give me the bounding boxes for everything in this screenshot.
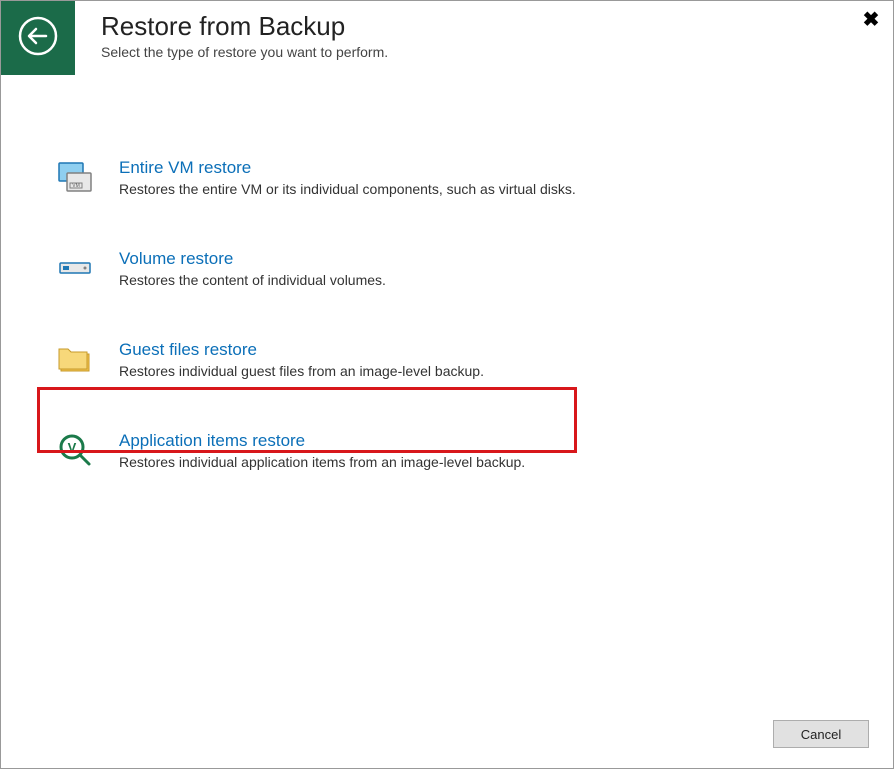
close-button[interactable]: ✖ [857,5,885,33]
restore-wizard-window: Restore from Backup Select the type of r… [0,0,894,769]
option-text: Application items restore Restores indiv… [119,430,525,471]
option-text: Volume restore Restores the content of i… [119,248,386,289]
svg-text:V: V [68,440,77,455]
folder-icon [53,341,97,377]
option-title: Guest files restore [119,339,484,361]
arrow-left-icon [17,15,59,62]
magnifier-v-icon: V [53,432,97,468]
option-text: Guest files restore Restores individual … [119,339,484,380]
volume-icon [53,250,97,286]
page-title: Restore from Backup [101,11,843,42]
option-text: Entire VM restore Restores the entire VM… [119,157,576,198]
option-application-items-restore[interactable]: V Application items restore Restores ind… [47,424,863,479]
cancel-button[interactable]: Cancel [773,720,869,748]
page-subtitle: Select the type of restore you want to p… [101,44,843,60]
close-icon: ✖ [863,7,880,32]
option-guest-files-restore[interactable]: Guest files restore Restores individual … [47,333,863,388]
wizard-header: Restore from Backup Select the type of r… [101,11,843,60]
option-entire-vm-restore[interactable]: VM Entire VM restore Restores the entire… [47,151,863,206]
option-desc: Restores individual application items fr… [119,453,525,471]
option-title: Volume restore [119,248,386,270]
vm-icon: VM [53,159,97,195]
option-title: Application items restore [119,430,525,452]
option-volume-restore[interactable]: Volume restore Restores the content of i… [47,242,863,297]
footer: Cancel [773,720,869,748]
option-desc: Restores the content of individual volum… [119,271,386,289]
svg-text:VM: VM [72,183,80,189]
back-button[interactable] [1,1,75,75]
option-desc: Restores individual guest files from an … [119,362,484,380]
option-title: Entire VM restore [119,157,576,179]
option-desc: Restores the entire VM or its individual… [119,180,576,198]
restore-options-list: VM Entire VM restore Restores the entire… [47,151,863,515]
